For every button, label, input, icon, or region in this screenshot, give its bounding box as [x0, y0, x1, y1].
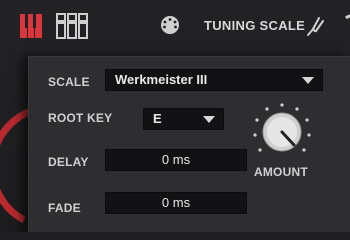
top-toolbar: TUNING SCALE — [0, 0, 350, 56]
tuning-scale-view: TUNING SCALE SCALE Werkmeister III ROOT … — [0, 0, 350, 232]
scale-value: Werkmeister III — [115, 72, 208, 87]
midi-button[interactable] — [160, 15, 180, 35]
delay-field[interactable]: 0 ms — [105, 149, 247, 171]
fade-field[interactable]: 0 ms — [105, 192, 247, 214]
midi-port-icon — [161, 16, 179, 34]
panel-title: TUNING SCALE — [204, 18, 306, 33]
tuning-fork-icon — [307, 17, 324, 36]
partial-icon — [345, 14, 350, 20]
amount-knob[interactable] — [251, 101, 313, 163]
amount-label: AMOUNT — [254, 165, 308, 179]
scale-label: SCALE — [48, 75, 90, 89]
root-key-label: ROOT KEY — [48, 111, 113, 125]
scale-dropdown[interactable]: Werkmeister III — [105, 69, 323, 91]
tuning-settings-panel: SCALE Werkmeister III ROOT KEY E DELAY 0… — [28, 56, 350, 232]
chevron-down-icon — [203, 116, 215, 123]
piano-keys-icon — [20, 14, 42, 38]
edge-button[interactable] — [338, 14, 350, 38]
fade-label: FADE — [48, 201, 81, 215]
mixer-faders-icon — [56, 13, 88, 39]
tuning-scale-button[interactable] — [20, 14, 42, 38]
root-key-dropdown[interactable]: E — [143, 108, 224, 130]
delay-label: DELAY — [48, 155, 89, 169]
tuning-fork-button[interactable] — [304, 15, 326, 37]
mixer-button[interactable] — [56, 13, 88, 39]
chevron-down-icon — [302, 77, 314, 84]
rotary-knob-icon — [253, 103, 311, 152]
root-key-value: E — [153, 111, 162, 126]
